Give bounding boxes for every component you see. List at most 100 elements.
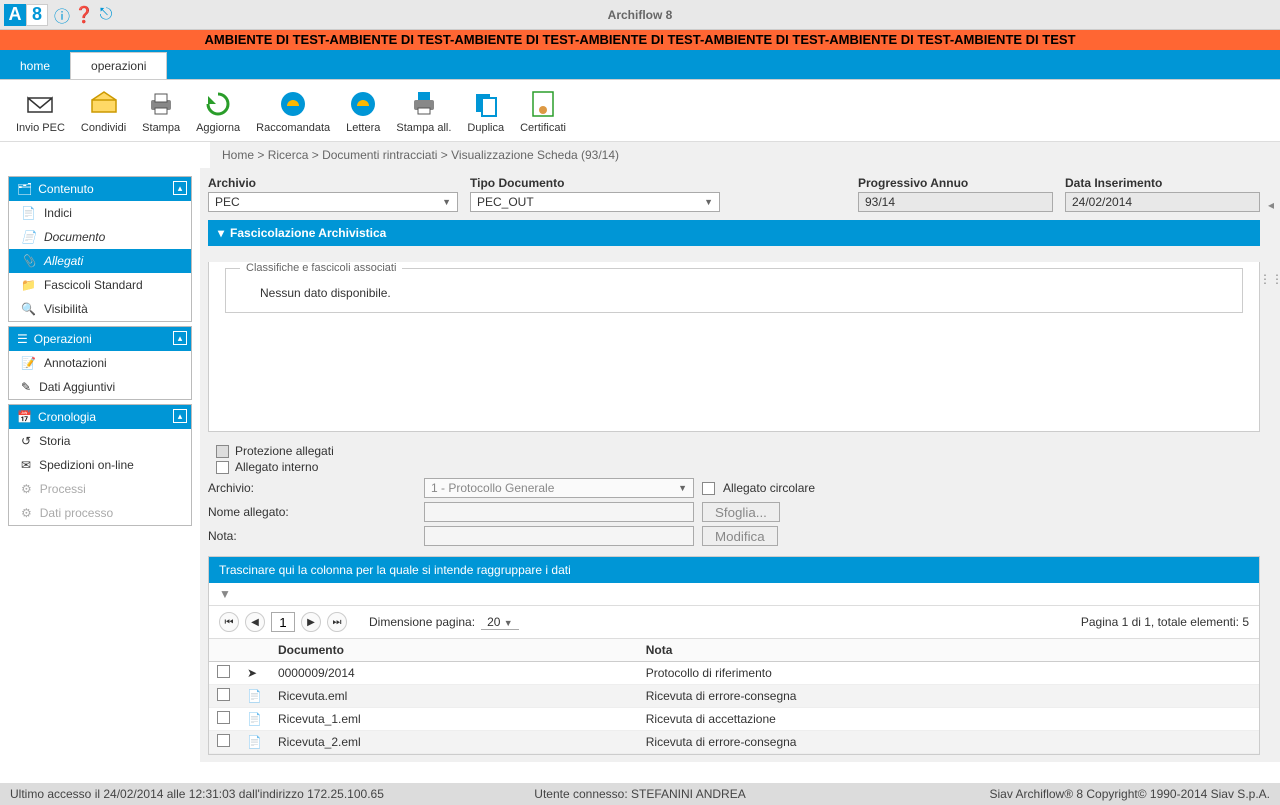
pager-next[interactable]: ▶ — [301, 612, 321, 632]
breadcrumb: Home > Ricerca > Documenti rintracciati … — [210, 142, 1280, 168]
sidebar-item-allegati[interactable]: 📎Allegati — [9, 249, 191, 273]
table-row[interactable]: ➤0000009/2014Protocollo di riferimento — [209, 662, 1259, 685]
sidebar: 🗂Contenuto▴ 📄Indici 📄Documento 📎Allegati… — [0, 168, 200, 762]
archivio2-dropdown[interactable]: 1 - Protocollo Generale▼ — [424, 478, 694, 498]
circolare-label: Allegato circolare — [723, 481, 815, 495]
sidebar-item-annotazioni[interactable]: 📝Annotazioni — [9, 351, 191, 375]
gear-icon: ⚙ — [21, 482, 32, 496]
right-rail: ◂ ⋮⋮ — [1264, 168, 1278, 762]
tabbar: home operazioni — [0, 50, 1280, 80]
breadcrumb-home[interactable]: Home — [222, 148, 254, 162]
col-nota[interactable]: Nota — [638, 639, 1259, 662]
pagesize-dropdown[interactable]: 20 ▼ — [481, 615, 519, 630]
sidebar-item-indici[interactable]: 📄Indici — [9, 201, 191, 225]
calendar-icon: 📅 — [17, 410, 32, 424]
toolbar: Invio PEC Condividi Stampa Aggiorna Racc… — [0, 80, 1280, 142]
circolare-checkbox[interactable] — [702, 482, 715, 495]
nota-input[interactable] — [424, 526, 694, 546]
tipodoc-dropdown[interactable]: PEC_OUT▼ — [470, 192, 720, 212]
sidebar-item-visibilita[interactable]: 🔍Visibilità — [9, 297, 191, 321]
datains-label: Data Inserimento — [1065, 176, 1260, 190]
sidebar-item-spedizioni[interactable]: ✉Spedizioni on-line — [9, 453, 191, 477]
sidebar-item-storia[interactable]: ↺Storia — [9, 429, 191, 453]
expand-handle[interactable]: ◂ — [1268, 198, 1274, 212]
drag-handle[interactable]: ⋮⋮ — [1259, 272, 1280, 286]
tab-operazioni[interactable]: operazioni — [70, 52, 167, 79]
pager-first[interactable]: ⏮ — [219, 612, 239, 632]
pager-last[interactable]: ⏭ — [327, 612, 347, 632]
grid-pager: ⏮ ◀ ▶ ⏭ Dimensione pagina: 20 ▼ Pagina 1… — [209, 606, 1259, 639]
content-pane: ◂ ⋮⋮ Archivio PEC▼ Tipo Documento PEC_OU… — [200, 168, 1280, 762]
nome-input[interactable] — [424, 502, 694, 522]
collapse-icon[interactable]: ▴ — [173, 409, 187, 423]
sfoglia-button[interactable]: Sfoglia... — [702, 502, 780, 522]
tab-home[interactable]: home — [0, 53, 70, 79]
interno-checkbox[interactable] — [216, 461, 229, 474]
list-icon: 📄 — [21, 206, 36, 220]
protezione-label: Protezione allegati — [235, 444, 334, 458]
sidebar-item-datiagg[interactable]: ✎Dati Aggiuntivi — [9, 375, 191, 399]
gear-icon: ⚙ — [21, 506, 32, 520]
empty-message: Nessun dato disponibile. — [240, 282, 1228, 304]
help-icon[interactable]: ❓ — [74, 5, 94, 25]
stampa-button[interactable]: Stampa — [134, 86, 188, 136]
status-center: Utente connesso: STEFANINI ANDREA — [0, 787, 1280, 801]
table-row[interactable]: 📄Ricevuta.emlRicevuta di errore-consegna — [209, 685, 1259, 708]
logo-a: A — [4, 4, 26, 26]
sidebar-item-datiprocesso: ⚙Dati processo — [9, 501, 191, 525]
sidebar-hdr-cronologia[interactable]: 📅Cronologia▴ — [9, 405, 191, 429]
chevron-down-icon: ▼ — [504, 618, 513, 628]
folder-icon: 📁 — [21, 278, 36, 292]
edit-icon: ✎ — [21, 380, 31, 394]
filter-icon[interactable]: ▼ — [219, 587, 231, 601]
chevron-down-icon: ▼ — [442, 197, 451, 207]
certificati-button[interactable]: Certificati — [512, 86, 574, 136]
chevron-down-icon: ▾ — [218, 226, 224, 240]
link-icon: ➤ — [247, 666, 257, 680]
invio-pec-button[interactable]: Invio PEC — [8, 86, 73, 136]
file-icon: 📄 — [247, 689, 262, 703]
grid-group-header[interactable]: Trascinare qui la colonna per la quale s… — [209, 557, 1259, 583]
modifica-button[interactable]: Modifica — [702, 526, 778, 546]
row-checkbox[interactable] — [217, 688, 230, 701]
sidebar-item-documento[interactable]: 📄Documento — [9, 225, 191, 249]
col-documento[interactable]: Documento — [270, 639, 638, 662]
sidebar-item-fascicoli[interactable]: 📁Fascicoli Standard — [9, 273, 191, 297]
content-icon: 🗂 — [17, 182, 32, 196]
tipodoc-label: Tipo Documento — [470, 176, 720, 190]
fascicolazione-header[interactable]: ▾Fascicolazione Archivistica — [208, 220, 1260, 246]
duplica-button[interactable]: Duplica — [459, 86, 512, 136]
sidebar-hdr-contenuto[interactable]: 🗂Contenuto▴ — [9, 177, 191, 201]
test-env-banner: AMBIENTE DI TEST-AMBIENTE DI TEST-AMBIEN… — [0, 30, 1280, 50]
chevron-down-icon: ▼ — [704, 197, 713, 207]
stampa-all-button[interactable]: Stampa all. — [388, 86, 459, 136]
logout-icon[interactable]: ⎋ — [96, 5, 116, 25]
collapse-icon[interactable]: ▴ — [173, 331, 187, 345]
breadcrumb-ricerca[interactable]: Ricerca — [268, 148, 309, 162]
classifiche-fieldset: Classifiche e fascicoli associati Nessun… — [225, 262, 1243, 313]
lettera-button[interactable]: Lettera — [338, 86, 388, 136]
clip-icon: 📎 — [21, 254, 36, 268]
pager-prev[interactable]: ◀ — [245, 612, 265, 632]
collapse-icon[interactable]: ▴ — [173, 181, 187, 195]
logo-8: 8 — [26, 4, 48, 26]
protezione-checkbox[interactable] — [216, 445, 229, 458]
raccomandata-button[interactable]: Raccomandata — [248, 86, 338, 136]
table-row[interactable]: 📄Ricevuta_2.emlRicevuta di errore-conseg… — [209, 731, 1259, 754]
history-icon: ↺ — [21, 434, 31, 448]
aggiorna-button[interactable]: Aggiorna — [188, 86, 248, 136]
breadcrumb-docs[interactable]: Documenti rintracciati — [322, 148, 437, 162]
chevron-down-icon: ▼ — [678, 483, 687, 493]
info-icon[interactable]: ⓘ — [52, 5, 72, 25]
archivio-dropdown[interactable]: PEC▼ — [208, 192, 458, 212]
doc-icon: 📄 — [21, 230, 36, 244]
table-row[interactable]: 📄Ricevuta_1.emlRicevuta di accettazione — [209, 708, 1259, 731]
condividi-button[interactable]: Condividi — [73, 86, 134, 136]
attachments-grid: Trascinare qui la colonna per la quale s… — [208, 556, 1260, 755]
row-checkbox[interactable] — [217, 711, 230, 724]
row-checkbox[interactable] — [217, 734, 230, 747]
pager-page-input[interactable] — [271, 612, 295, 632]
sidebar-hdr-operazioni[interactable]: ☰Operazioni▴ — [9, 327, 191, 351]
row-checkbox[interactable] — [217, 665, 230, 678]
titlebar: A 8 ⓘ ❓ ⎋ Archiflow 8 — [0, 0, 1280, 30]
